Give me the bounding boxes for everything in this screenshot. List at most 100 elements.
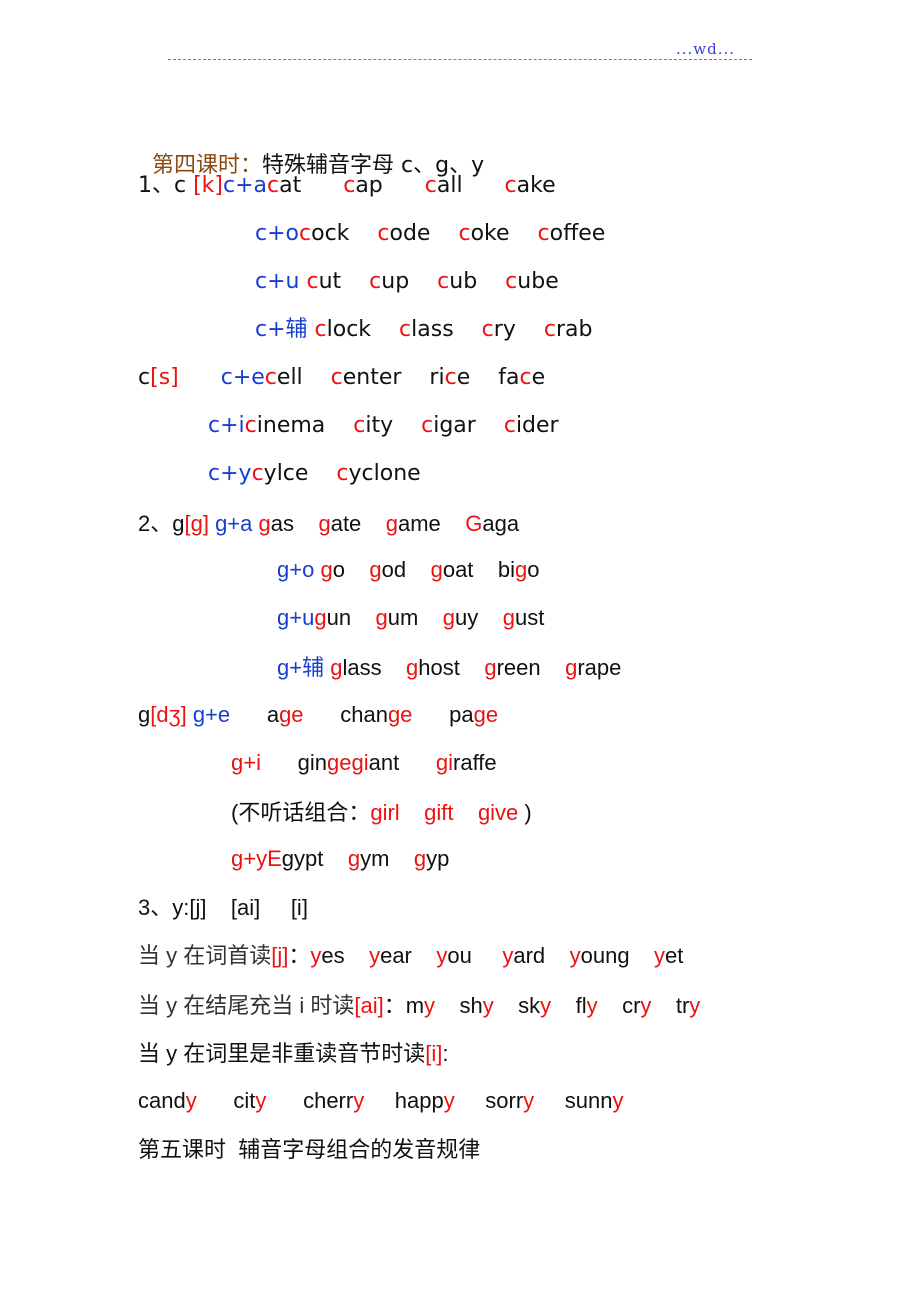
text-segment: ell bbox=[276, 365, 303, 390]
text-segment bbox=[349, 221, 377, 246]
text-segment bbox=[409, 269, 437, 294]
highlight-letters: y bbox=[369, 943, 381, 968]
text-segment: raffe bbox=[453, 750, 497, 775]
highlight-letters: y bbox=[586, 993, 598, 1018]
rule-line-y-initial: 当 y 在词首读[j]：yes year you yard young yet bbox=[138, 942, 683, 970]
rule-line-g-u: g+ugun gum guy gust bbox=[277, 604, 544, 632]
highlight-letters: ge bbox=[387, 702, 413, 727]
text-segment bbox=[406, 557, 430, 582]
text-segment bbox=[441, 511, 465, 536]
rule-label: g+e bbox=[186, 702, 231, 727]
text-segment: igar bbox=[433, 413, 476, 438]
highlight-letters: ge bbox=[279, 702, 304, 727]
text-segment: lass bbox=[411, 317, 454, 342]
rule-label: c+u bbox=[255, 269, 307, 294]
highlight-letters: [ai] bbox=[354, 993, 384, 1018]
highlight-letters: g bbox=[515, 557, 528, 582]
rule-line-c-s-e: c[s] c+ecell center rice face bbox=[138, 364, 545, 392]
highlight-letters: c bbox=[421, 413, 434, 438]
text-segment bbox=[345, 943, 369, 968]
text-segment: oung bbox=[580, 943, 630, 968]
text-segment: ube bbox=[517, 269, 559, 294]
highlight-letters: y bbox=[612, 1088, 624, 1113]
highlight-letters: y bbox=[353, 1088, 365, 1113]
text-segment: ：m bbox=[383, 993, 425, 1018]
highlight-letters: c bbox=[369, 269, 382, 294]
page-header-text: ...wd... bbox=[676, 40, 736, 58]
highlight-letters: y bbox=[443, 1088, 455, 1113]
text-segment bbox=[541, 655, 565, 680]
text-segment bbox=[345, 557, 369, 582]
highlight-letters: g bbox=[442, 605, 456, 630]
text-segment: um bbox=[387, 605, 419, 630]
highlight-letters: y bbox=[689, 993, 701, 1018]
text-segment: ylce bbox=[263, 461, 309, 486]
highlight-letters: g bbox=[320, 557, 333, 582]
text-segment: es bbox=[321, 943, 345, 968]
highlight-letters: g bbox=[413, 846, 427, 871]
highlight-letters: g bbox=[375, 605, 388, 630]
highlight-letters: y bbox=[255, 1088, 267, 1113]
highlight-letters: [k] bbox=[193, 173, 223, 198]
rule-line-c-o: c+ocock code coke coffee bbox=[255, 220, 605, 248]
text-segment: 3、y:[j] [ai] [i] bbox=[138, 895, 308, 920]
highlight-letters: c bbox=[543, 317, 556, 342]
highlight-letters: g bbox=[347, 846, 361, 871]
text-segment: yclone bbox=[348, 461, 421, 486]
text-segment bbox=[382, 655, 406, 680]
highlight-letters: [i] bbox=[425, 1041, 443, 1066]
highlight-letters: c bbox=[437, 269, 450, 294]
rule-line-c-i: c+icinema city cigar cider bbox=[208, 412, 559, 440]
text-segment: ity bbox=[365, 413, 394, 438]
text-segment: a bbox=[230, 702, 280, 727]
highlight-letters: g bbox=[330, 655, 343, 680]
text-segment: cit bbox=[196, 1088, 256, 1113]
text-segment bbox=[430, 221, 458, 246]
text-segment: tr bbox=[651, 993, 690, 1018]
highlight-letters: c bbox=[519, 365, 532, 390]
text-segment: c bbox=[138, 365, 151, 390]
highlight-letters: c bbox=[537, 221, 550, 246]
rule-label: g+辅 bbox=[277, 655, 331, 680]
text-segment: 1、c bbox=[138, 173, 194, 198]
highlight-letters: G bbox=[465, 511, 483, 536]
text-segment bbox=[453, 800, 477, 825]
rule-label: c+a bbox=[223, 173, 268, 198]
text-segment bbox=[460, 655, 484, 680]
text-segment: ode bbox=[389, 221, 431, 246]
text-segment: ry bbox=[493, 317, 516, 342]
highlight-letters: c bbox=[314, 317, 327, 342]
text-segment: ut bbox=[318, 269, 342, 294]
text-segment: at bbox=[279, 173, 302, 198]
highlight-letters: g bbox=[369, 557, 382, 582]
rule-label: c+辅 bbox=[255, 317, 315, 342]
highlight-letters: c bbox=[353, 413, 366, 438]
highlight-letters: c bbox=[458, 221, 471, 246]
text-segment: e bbox=[531, 365, 546, 390]
text-segment: sunn bbox=[534, 1088, 613, 1113]
text-segment bbox=[351, 605, 375, 630]
rule-line-c-k-a: 1、c [k]c+acat cap call cake bbox=[138, 172, 556, 200]
text-segment bbox=[510, 221, 538, 246]
highlight-letters: g bbox=[385, 511, 398, 536]
text-segment: ust bbox=[514, 605, 545, 630]
rule-label: c+i bbox=[208, 413, 245, 438]
text-segment: ate bbox=[330, 511, 362, 536]
highlight-letters: g bbox=[502, 605, 515, 630]
text-segment bbox=[472, 943, 503, 968]
text-segment bbox=[463, 173, 505, 198]
text-segment: cand bbox=[138, 1088, 186, 1113]
rule-line-g-y: g+yEgypt gym gyp bbox=[231, 845, 449, 873]
text-segment: g bbox=[138, 702, 151, 727]
text-segment: cherr bbox=[266, 1088, 354, 1113]
highlight-letters: gift bbox=[424, 800, 454, 825]
highlight-letters: ge bbox=[473, 702, 499, 727]
text-segment: un bbox=[326, 605, 352, 630]
highlight-letters: girl bbox=[370, 800, 400, 825]
text-segment bbox=[400, 800, 424, 825]
highlight-letters: [dʒ] bbox=[150, 702, 187, 727]
text-segment bbox=[361, 511, 385, 536]
text-segment: sorr bbox=[454, 1088, 524, 1113]
highlight-letters: c bbox=[504, 173, 517, 198]
text-segment bbox=[301, 173, 343, 198]
